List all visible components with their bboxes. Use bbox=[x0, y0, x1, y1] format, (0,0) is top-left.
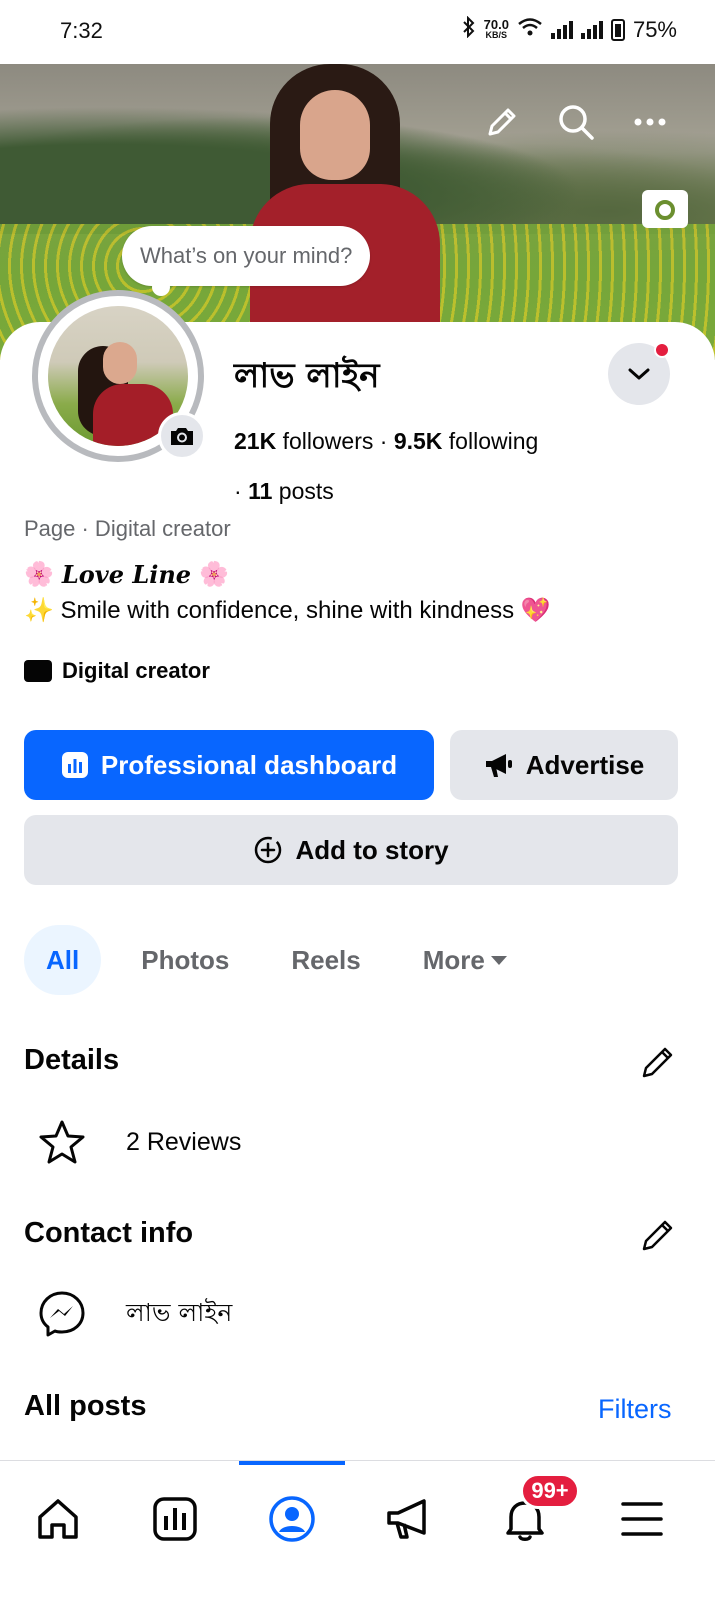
profile-stats: 21K followers · 9.5K following · 11 post… bbox=[234, 416, 614, 516]
followers-label: followers bbox=[282, 428, 374, 454]
messenger-row[interactable]: লাভ লাইন bbox=[38, 1290, 232, 1338]
cover-actions bbox=[482, 102, 670, 142]
page-category: Page · Digital creator bbox=[24, 516, 231, 541]
star-icon bbox=[38, 1118, 86, 1166]
nav-profile[interactable] bbox=[262, 1489, 322, 1549]
menu-icon bbox=[621, 1502, 663, 1536]
profile-tabs: All Photos Reels More bbox=[24, 925, 547, 995]
bluetooth-icon bbox=[462, 15, 476, 44]
add-to-story-label: Add to story bbox=[295, 834, 449, 865]
battery-level: 75% bbox=[632, 17, 677, 42]
whats-on-your-mind-bubble[interactable]: What’s on your mind? bbox=[122, 226, 371, 296]
nav-menu[interactable] bbox=[612, 1489, 672, 1549]
edit-pencil-icon[interactable] bbox=[482, 102, 522, 142]
tab-all-label: All bbox=[46, 944, 80, 975]
chevron-down-icon bbox=[628, 368, 650, 380]
details-title: Details bbox=[24, 1044, 120, 1076]
signal-icon-2 bbox=[580, 21, 603, 39]
dashboard-icon bbox=[61, 752, 88, 778]
profile-icon bbox=[269, 1496, 315, 1542]
messenger-label: লাভ লাইন bbox=[126, 1297, 233, 1327]
dashboard-nav-icon bbox=[153, 1497, 197, 1541]
posts-stat: · 11 posts bbox=[234, 478, 334, 504]
advertise-button[interactable]: Advertise bbox=[450, 730, 678, 800]
professional-dashboard-button[interactable]: Professional dashboard bbox=[24, 730, 434, 800]
notifications-badge: 99+ bbox=[520, 1473, 580, 1509]
posts-count: 11 bbox=[248, 478, 273, 504]
caret-down-icon bbox=[490, 955, 507, 965]
network-speed-unit: KB/S bbox=[485, 30, 508, 40]
nav-dashboard[interactable] bbox=[145, 1489, 205, 1549]
all-posts-title: All posts bbox=[24, 1390, 147, 1422]
tab-reels-label: Reels bbox=[291, 944, 361, 975]
network-speed: 70.0 KB/S bbox=[483, 17, 509, 40]
home-icon bbox=[38, 1499, 78, 1539]
clapperboard-icon bbox=[24, 660, 52, 682]
nav-home[interactable] bbox=[28, 1489, 88, 1549]
professional-dashboard-label: Professional dashboard bbox=[100, 749, 398, 780]
profile-camera-icon[interactable] bbox=[158, 412, 206, 460]
status-icons: 70.0 KB/S 75% bbox=[462, 15, 677, 44]
followers-stat[interactable]: 21K followers bbox=[234, 428, 373, 454]
posts-label: posts bbox=[278, 478, 334, 504]
tab-all[interactable]: All bbox=[24, 925, 102, 995]
tab-photos-label: Photos bbox=[141, 944, 230, 975]
following-stat[interactable]: 9.5K following bbox=[394, 428, 538, 454]
profile-name: লাভ লাইন bbox=[234, 356, 380, 396]
wifi-icon bbox=[517, 17, 543, 43]
followers-count: 21K bbox=[234, 428, 277, 454]
flower-icon: 🌸 bbox=[24, 561, 54, 588]
bottom-navigation: 99+ bbox=[0, 1460, 715, 1600]
edit-contact-icon[interactable] bbox=[640, 1217, 676, 1253]
creator-row: Digital creator bbox=[24, 658, 210, 684]
contact-info-title: Contact info bbox=[24, 1217, 194, 1249]
edit-details-icon[interactable] bbox=[640, 1044, 676, 1080]
reviews-label: 2 Reviews bbox=[126, 1127, 242, 1156]
tab-reels[interactable]: Reels bbox=[269, 925, 382, 995]
cover-person bbox=[230, 64, 460, 360]
bio-text: ✨ Smile with confidence, shine with kind… bbox=[24, 597, 551, 624]
notification-dot bbox=[654, 342, 670, 358]
following-count: 9.5K bbox=[393, 428, 443, 454]
tab-more-label: More bbox=[422, 944, 485, 975]
more-options-icon[interactable] bbox=[630, 102, 670, 142]
megaphone-icon bbox=[485, 754, 512, 777]
search-icon[interactable] bbox=[556, 102, 596, 142]
tab-photos[interactable]: Photos bbox=[119, 925, 251, 995]
signal-icon bbox=[550, 21, 573, 39]
messenger-icon bbox=[38, 1290, 86, 1338]
bio-title-row: 🌸 Love Line 🌸 bbox=[24, 560, 229, 589]
reviews-row[interactable]: 2 Reviews bbox=[38, 1118, 241, 1166]
filters-link[interactable]: Filters bbox=[598, 1394, 672, 1425]
flower-icon-2: 🌸 bbox=[199, 561, 229, 588]
battery-icon bbox=[610, 19, 625, 41]
status-bar: 7:32 70.0 KB/S 75% bbox=[0, 0, 715, 64]
following-label: following bbox=[448, 428, 539, 454]
status-time: 7:32 bbox=[60, 18, 103, 43]
tab-more[interactable]: More bbox=[401, 925, 529, 995]
cover-camera-icon[interactable] bbox=[642, 190, 688, 228]
stat-separator: · bbox=[379, 428, 394, 454]
add-to-story-button[interactable]: Add to story bbox=[24, 815, 678, 885]
add-story-icon bbox=[255, 836, 282, 864]
bio-title: Love Line bbox=[61, 560, 192, 589]
creator-label: Digital creator bbox=[62, 658, 210, 683]
active-tab-indicator bbox=[239, 1461, 345, 1465]
advertise-label: Advertise bbox=[525, 749, 645, 780]
network-speed-value: 70.0 bbox=[483, 17, 509, 32]
megaphone-nav-icon bbox=[387, 1499, 426, 1539]
nav-ads[interactable] bbox=[378, 1489, 438, 1549]
